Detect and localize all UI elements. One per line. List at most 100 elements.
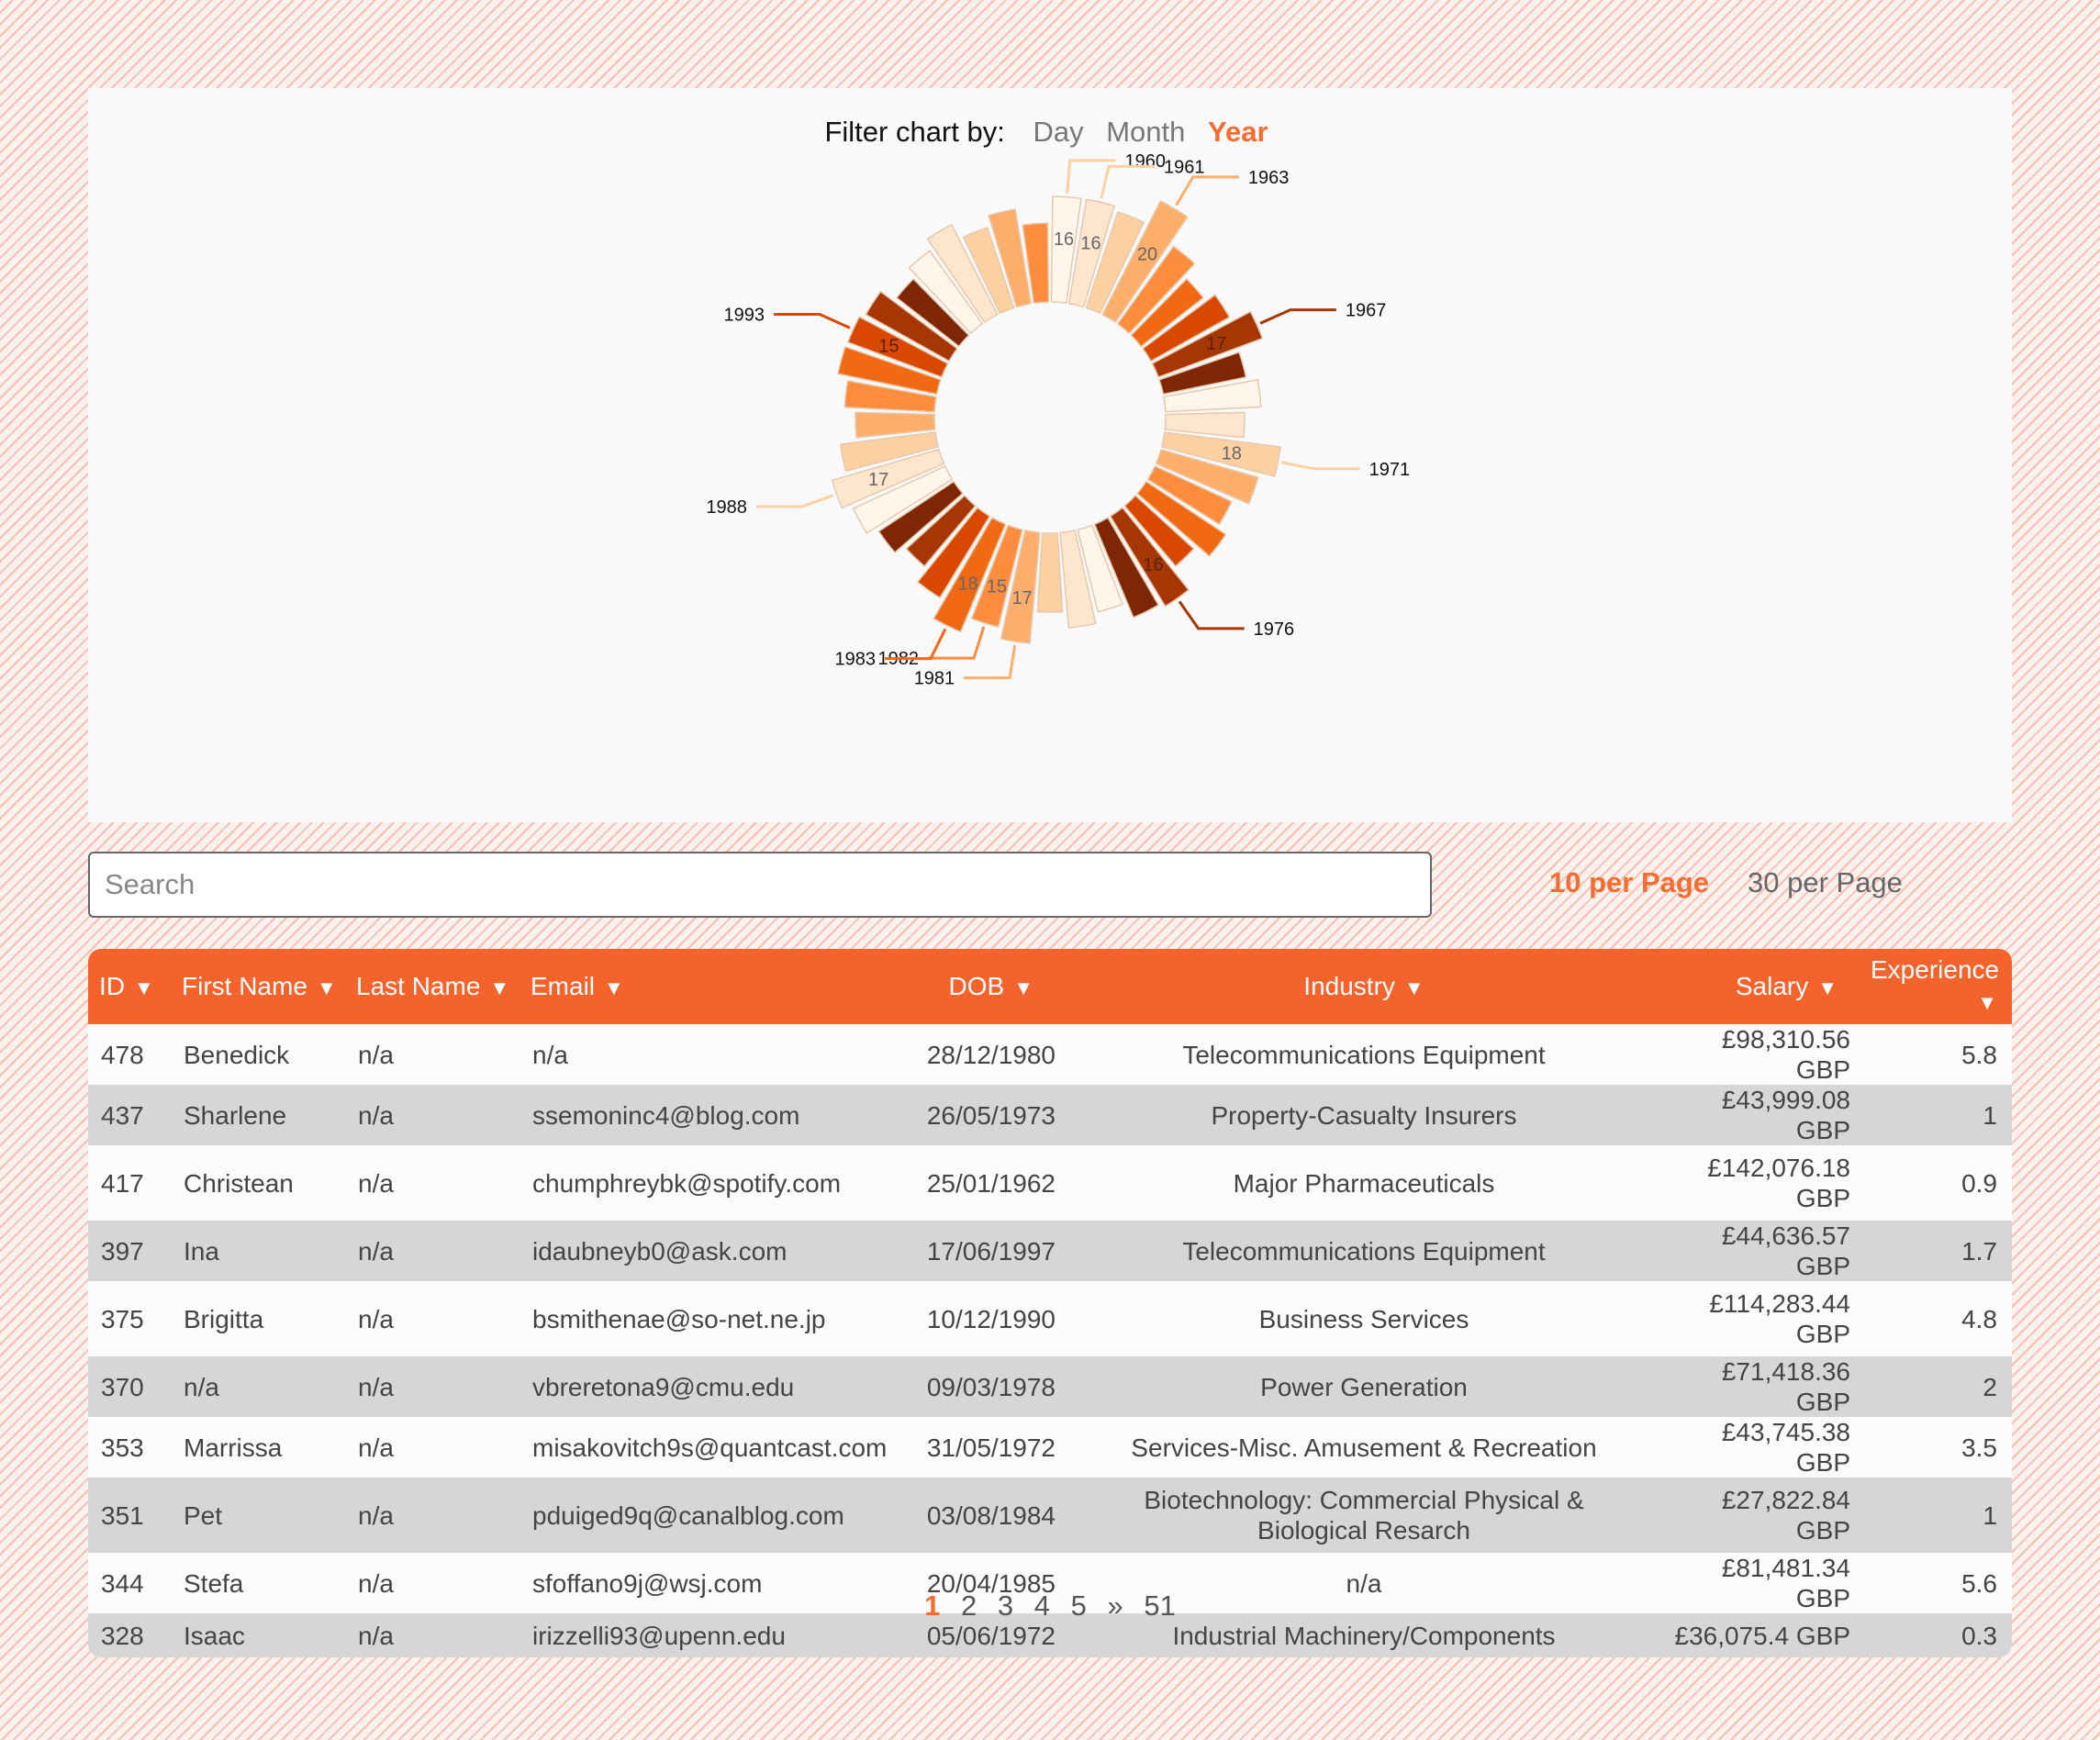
- cell-last: n/a: [358, 1433, 394, 1462]
- cell-id: 370: [101, 1372, 144, 1401]
- page-3[interactable]: 3: [998, 1589, 1013, 1622]
- header-last-name[interactable]: Last Name ▼: [345, 949, 519, 1024]
- slice-year-label: 1960: [1125, 151, 1167, 172]
- cell-email: n/a: [532, 1040, 568, 1069]
- cell-dob: 26/05/1973: [926, 1100, 1056, 1130]
- page-2[interactable]: 2: [961, 1589, 977, 1622]
- table-row: 397 Ina n/a idaubneyb0@ask.com 17/06/1997 Tel…: [88, 1221, 2012, 1281]
- cell-last: n/a: [358, 1236, 394, 1266]
- cell-id: 397: [101, 1236, 144, 1266]
- last-page[interactable]: 51: [1144, 1589, 1175, 1622]
- header-first-name[interactable]: First Name ▼: [171, 949, 345, 1024]
- cell-first: Ina: [184, 1236, 219, 1266]
- sort-arrow-icon: ▼: [1977, 991, 1997, 1014]
- header-email[interactable]: Email ▼: [519, 949, 887, 1024]
- slice-year-label: 1983: [834, 650, 876, 670]
- cell-last: n/a: [358, 1168, 394, 1198]
- cell-industry: Major Pharmaceuticals: [1233, 1168, 1495, 1198]
- page-4[interactable]: 4: [1034, 1589, 1050, 1622]
- donut-chart: 16 1960 16 1961 20 1963 17 1967 18 1971 16 1976 17 19…: [706, 151, 1410, 689]
- leader-line: [928, 626, 986, 660]
- slice-value-label: 17: [1206, 334, 1226, 354]
- per-page-30[interactable]: 30 per Page: [1748, 866, 1903, 899]
- cell-dob: 17/06/1997: [926, 1236, 1056, 1266]
- cell-first: Benedick: [184, 1040, 290, 1069]
- slice-year-label: 1961: [1164, 157, 1205, 177]
- cell-first: Christean: [184, 1168, 294, 1198]
- slice-value-label: 16: [1080, 234, 1100, 254]
- leader-line: [774, 313, 851, 329]
- table-header-row: ID ▼ First Name ▼ Last Name ▼ Email ▼ DOB ▼ I…: [88, 949, 2012, 1024]
- cell-email: misakovitch9s@quantcast.com: [532, 1433, 888, 1462]
- slice-value-label: 16: [1054, 229, 1074, 250]
- cell-first: Sharlene: [184, 1100, 287, 1130]
- header-dob[interactable]: DOB ▼: [887, 949, 1079, 1024]
- cell-salary: £44,636.57 GBP: [1721, 1221, 1850, 1280]
- cell-email: idaubneyb0@ask.com: [532, 1236, 788, 1266]
- slice-value-label: 18: [1222, 443, 1242, 463]
- cell-first: n/a: [184, 1372, 219, 1401]
- slice-value-label: 15: [878, 336, 899, 356]
- cell-last: n/a: [358, 1040, 394, 1069]
- slice-year-label: 1967: [1346, 301, 1387, 321]
- slice-value-label: 17: [1012, 588, 1033, 608]
- cell-id: 478: [101, 1040, 144, 1069]
- cell-last: n/a: [358, 1500, 394, 1530]
- donut-slice-1980[interactable]: [1036, 531, 1064, 613]
- cell-industry: Telecommunications Equipment: [1182, 1236, 1546, 1266]
- cell-email: pduiged9q@canalblog.com: [532, 1500, 844, 1530]
- cell-dob: 03/08/1984: [926, 1500, 1056, 1530]
- cell-experience: 1: [1983, 1500, 1997, 1530]
- cell-industry: Biotechnology: Commercial Physical & Bio…: [1144, 1486, 1584, 1545]
- data-table: ID ▼ First Name ▼ Last Name ▼ Email ▼ DOB ▼ I…: [88, 949, 2012, 1657]
- page-5[interactable]: 5: [1071, 1589, 1087, 1622]
- cell-id: 351: [101, 1500, 144, 1530]
- table-row: 370 n/a n/a vbreretona9@cmu.edu 09/03/1978 Po…: [88, 1356, 2012, 1417]
- cell-salary: £142,076.18 GBP: [1707, 1154, 1850, 1212]
- sort-arrow-icon: ▼: [134, 976, 154, 999]
- cell-salary: £43,745.38 GBP: [1721, 1418, 1850, 1477]
- header-id[interactable]: ID ▼: [88, 949, 171, 1024]
- cell-id: 353: [101, 1433, 144, 1462]
- per-page-10[interactable]: 10 per Page: [1549, 866, 1709, 899]
- next-page[interactable]: »: [1108, 1589, 1123, 1622]
- cell-dob: 09/03/1978: [926, 1372, 1056, 1401]
- table-row: 417 Christean n/a chumphreybk@spotify.com 25…: [88, 1145, 2012, 1221]
- cell-salary: £27,822.84 GBP: [1721, 1486, 1850, 1545]
- cell-experience: 4.8: [1961, 1304, 1997, 1333]
- cell-experience: 5.8: [1961, 1040, 1997, 1069]
- cell-dob: 28/12/1980: [926, 1040, 1056, 1069]
- page-1[interactable]: 1: [924, 1589, 940, 1622]
- cell-first: Pet: [184, 1500, 223, 1530]
- slice-year-label: 1976: [1254, 619, 1295, 640]
- cell-id: 437: [101, 1100, 144, 1130]
- search-input[interactable]: [88, 852, 1432, 918]
- cell-experience: 3.5: [1961, 1433, 1997, 1462]
- table-row: 437 Sharlene n/a ssemoninc4@blog.com 26/05/1…: [88, 1085, 2012, 1145]
- sort-arrow-icon: ▼: [1013, 976, 1033, 999]
- header-industry[interactable]: Industry ▼: [1079, 949, 1648, 1024]
- cell-experience: 0.9: [1961, 1168, 1997, 1198]
- slice-value-label: 20: [1137, 245, 1157, 265]
- slice-value-label: 18: [957, 574, 977, 595]
- cell-first: Brigitta: [184, 1304, 264, 1333]
- sort-arrow-icon: ▼: [316, 976, 337, 999]
- slice-year-label: 1963: [1248, 168, 1290, 188]
- header-experience[interactable]: Experience ▼: [1860, 949, 2012, 1024]
- header-salary[interactable]: Salary ▼: [1648, 949, 1860, 1024]
- cell-experience: 1: [1983, 1100, 1997, 1130]
- leader-line: [964, 644, 1017, 680]
- slice-value-label: 16: [1143, 555, 1163, 575]
- cell-email: chumphreybk@spotify.com: [532, 1168, 842, 1198]
- cell-dob: 10/12/1990: [926, 1304, 1056, 1333]
- leader-line: [755, 494, 834, 508]
- cell-last: n/a: [358, 1100, 394, 1130]
- sort-arrow-icon: ▼: [1817, 976, 1838, 999]
- slice-year-label: 1988: [706, 497, 747, 518]
- leader-line: [1259, 308, 1336, 325]
- slice-year-label: 1993: [724, 306, 765, 326]
- table-row: 478 Benedick n/a n/a 28/12/1980 Telecommunica…: [88, 1024, 2012, 1085]
- cell-dob: 25/01/1962: [926, 1168, 1056, 1198]
- cell-id: 417: [101, 1168, 144, 1198]
- table-row: 375 Brigitta n/a bsmithenae@so-net.ne.jp 10/…: [88, 1281, 2012, 1356]
